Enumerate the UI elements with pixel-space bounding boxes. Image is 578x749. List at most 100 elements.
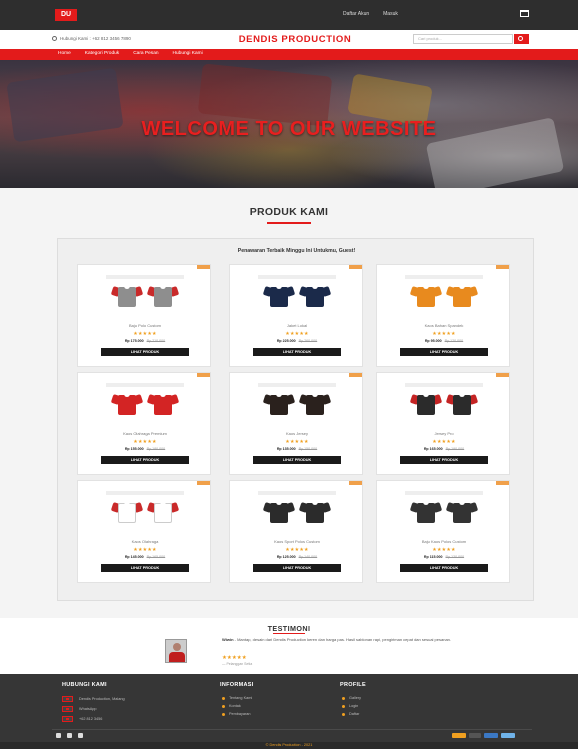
jersey-body: [453, 503, 471, 523]
footer-link-label: Kontak: [229, 704, 241, 708]
product-image[interactable]: [98, 383, 192, 425]
product-name[interactable]: Baju Polo Custom: [78, 323, 212, 328]
nav-item-how-to-order[interactable]: Cara Pesan: [133, 51, 158, 56]
nav-item-home[interactable]: Home: [58, 51, 71, 56]
view-product-button[interactable]: LIHAT PRODUK: [253, 348, 341, 356]
footer-contact-phone[interactable]: +62 812 3456: [62, 716, 102, 722]
instagram-icon[interactable]: [78, 733, 83, 738]
footer-link-payment[interactable]: Pembayaran: [222, 712, 251, 716]
location-icon: [62, 696, 73, 702]
hero-title: WELCOME TO OUR WEBSITE: [141, 118, 437, 140]
product-old-price: Rp 180.000: [146, 447, 166, 451]
product-image[interactable]: [397, 491, 491, 533]
view-product-button[interactable]: LIHAT PRODUK: [400, 348, 488, 356]
product-price: Rp 155.000: [124, 447, 144, 451]
product-rating: ★★★★★: [133, 547, 157, 553]
view-product-button[interactable]: LIHAT PRODUK: [400, 564, 488, 572]
view-product-button[interactable]: LIHAT PRODUK: [400, 456, 488, 464]
product-card[interactable]: Jaket Lokal ★★★★★ Rp 225.000 Rp 260.000 LIHA…: [229, 264, 363, 367]
product-image-header: [258, 383, 336, 387]
jersey-icon: [298, 501, 332, 523]
payment-logo-icon: [484, 733, 498, 738]
product-image[interactable]: [250, 275, 344, 317]
facebook-icon[interactable]: [56, 733, 61, 738]
product-card[interactable]: Kaos Sport Polos Custom ★★★★★ Rp 125.000 Rp…: [229, 480, 363, 583]
product-image[interactable]: [98, 275, 192, 317]
view-product-button[interactable]: LIHAT PRODUK: [253, 456, 341, 464]
footer-link-login[interactable]: Login: [342, 704, 358, 708]
product-old-price: Rp 260.000: [298, 339, 318, 343]
product-name[interactable]: Kaos Bahan Spandek: [377, 323, 511, 328]
product-card[interactable]: Kaos Bahan Spandek ★★★★★ Rp 95.000 Rp 120.0…: [376, 264, 510, 367]
view-product-button[interactable]: LIHAT PRODUK: [101, 348, 189, 356]
product-rating: ★★★★★: [432, 547, 456, 553]
jersey-icon: [262, 393, 296, 415]
cart-icon[interactable]: [520, 10, 529, 17]
footer-link-register[interactable]: Daftar: [342, 712, 359, 716]
title-underline: [273, 633, 305, 634]
register-link[interactable]: Daftar Akun: [343, 11, 369, 17]
products-box: Penawaran Terbaik Minggu Ini Untukmu, Gu…: [57, 238, 534, 601]
footer-link-about[interactable]: Tentang Kami: [222, 696, 252, 700]
testimonial-rating: ★★★★★: [222, 655, 247, 661]
search-input[interactable]: Cari produk...: [413, 34, 513, 44]
site-logo[interactable]: DU: [55, 9, 77, 21]
footer-contact-text: Dendis Production, Malang: [79, 697, 125, 701]
brand-title[interactable]: DENDIS PRODUCTION: [215, 34, 375, 45]
product-name[interactable]: Jersey Pro: [377, 431, 511, 436]
sale-badge: [197, 265, 210, 269]
product-image-header: [405, 383, 483, 387]
jersey-body: [270, 395, 288, 415]
product-name[interactable]: Kaos Olahraga Premium: [78, 431, 212, 436]
testimonial-author: Wiwin: [222, 637, 234, 642]
view-product-button[interactable]: LIHAT PRODUK: [101, 456, 189, 464]
product-card[interactable]: Baju Kaos Polos Custom ★★★★★ Rp 115.000 Rp …: [376, 480, 510, 583]
product-name[interactable]: Kaos Jersey: [230, 431, 364, 436]
product-image[interactable]: [250, 383, 344, 425]
search-button[interactable]: [514, 34, 529, 44]
login-link[interactable]: Masuk: [383, 11, 398, 17]
product-card[interactable]: Kaos Olahraga ★★★★★ Rp 145.000 Rp 165.000 LI…: [77, 480, 211, 583]
view-product-button[interactable]: LIHAT PRODUK: [253, 564, 341, 572]
product-card[interactable]: Kaos Olahraga Premium ★★★★★ Rp 155.000 Rp 1…: [77, 372, 211, 475]
testimonial-title: TESTIMONI: [267, 624, 311, 633]
jersey-body: [154, 395, 172, 415]
testimonial-text: - Mantap, desain dari Dendis Production …: [233, 637, 451, 642]
product-name[interactable]: Baju Kaos Polos Custom: [377, 539, 511, 544]
jersey-body: [118, 287, 136, 307]
product-rating: ★★★★★: [133, 439, 157, 445]
product-image[interactable]: [250, 491, 344, 533]
product-image-header: [106, 383, 184, 387]
title-underline: [267, 222, 311, 224]
footer-link-label: Login: [349, 704, 359, 708]
product-card[interactable]: Kaos Jersey ★★★★★ Rp 135.000 Rp 150.000 LIHA…: [229, 372, 363, 475]
product-name[interactable]: Jaket Lokal: [230, 323, 364, 328]
bullet-icon: [222, 704, 225, 708]
product-price: Rp 165.000: [423, 447, 443, 451]
top-bar: DU Daftar Akun Masuk: [0, 0, 578, 30]
footer-link-contact[interactable]: Kontak: [222, 704, 241, 708]
jersey-body: [417, 503, 435, 523]
product-old-price: Rp 190.000: [445, 447, 465, 451]
product-name[interactable]: Kaos Sport Polos Custom: [230, 539, 364, 544]
view-product-button[interactable]: LIHAT PRODUK: [101, 564, 189, 572]
testimonial-section: TESTIMONI Wiwin - Mantap, desain dari De…: [0, 618, 578, 674]
footer-link-gallery[interactable]: Gallery: [342, 696, 361, 700]
product-name[interactable]: Kaos Olahraga: [78, 539, 212, 544]
footer-link-label: Gallery: [349, 696, 362, 700]
footer-contact-whatsapp[interactable]: WhatsApp: [62, 706, 97, 712]
product-image[interactable]: [397, 383, 491, 425]
twitter-icon[interactable]: [67, 733, 72, 738]
social-links: [56, 733, 83, 738]
products-subtitle: Penawaran Terbaik Minggu Ini Untukmu, Gu…: [237, 248, 356, 254]
product-card[interactable]: Baju Polo Custom ★★★★★ Rp 175.000 Rp 210.00…: [77, 264, 211, 367]
product-image-header: [258, 275, 336, 279]
product-card[interactable]: Jersey Pro ★★★★★ Rp 165.000 Rp 190.000 LIHAT…: [376, 372, 510, 475]
jersey-icon: [445, 501, 479, 523]
payment-logo-icon: [452, 733, 466, 738]
nav-item-contact[interactable]: Hubungi Kami: [173, 51, 203, 56]
jersey-icon: [445, 285, 479, 307]
nav-item-categories[interactable]: Kategori Produk: [85, 51, 119, 56]
product-image[interactable]: [397, 275, 491, 317]
product-image[interactable]: [98, 491, 192, 533]
